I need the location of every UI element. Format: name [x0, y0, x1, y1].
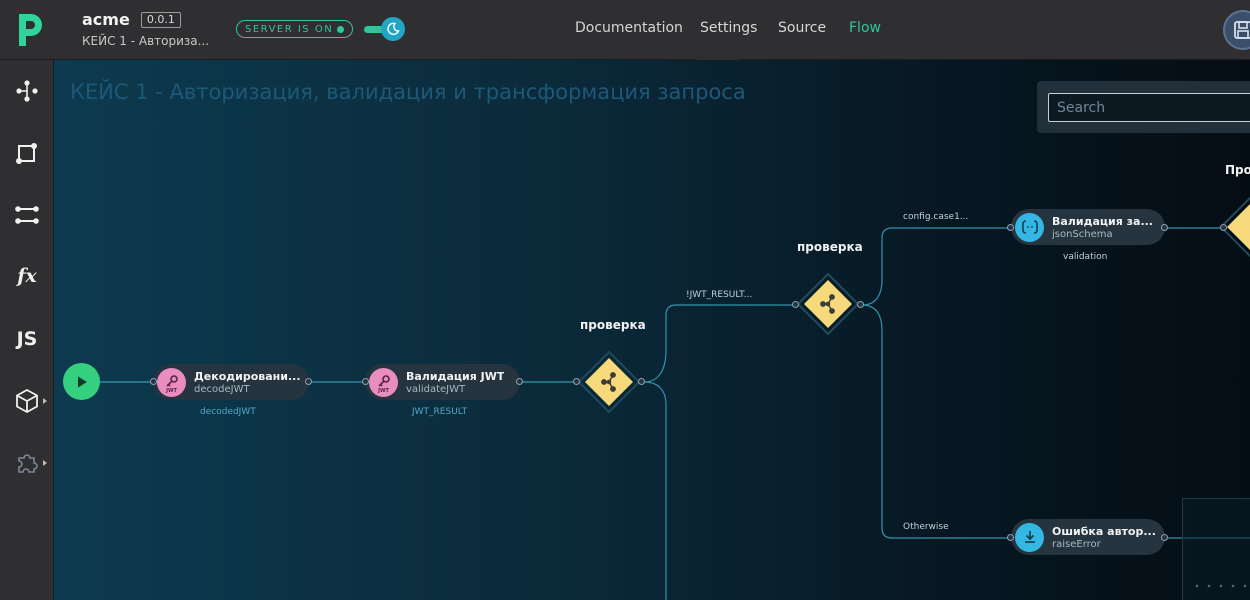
jwt-tag: JWT [378, 387, 389, 394]
minimap[interactable] [1182, 498, 1250, 600]
node-input-port[interactable] [150, 378, 157, 385]
app-logo[interactable] [0, 0, 54, 60]
node-subtitle: raiseError [1052, 538, 1101, 550]
edge-label-otherwise: Otherwise [903, 522, 949, 532]
node-subtitle: validateJWT [406, 383, 466, 395]
nav-settings[interactable]: Settings [700, 20, 757, 36]
puzzle-icon [18, 454, 38, 473]
toggle-knob [381, 17, 405, 41]
cube-icon [16, 388, 38, 414]
minimap-dots [1191, 581, 1250, 591]
flow-node-validate-jwt[interactable]: JWT Валидация JWT validateJWT [365, 364, 520, 400]
sidebar-item-functions[interactable]: fx [0, 256, 54, 296]
node-text: Валидация JWT validateJWT [406, 370, 504, 395]
switch-input-port[interactable] [573, 378, 580, 385]
switch-output-port[interactable] [857, 301, 864, 308]
node-text: Валидация за... jsonSchema [1052, 215, 1153, 240]
node-output-label: JWT_RESULT [412, 407, 468, 417]
switch-label: проверка [797, 240, 863, 254]
switch-output-port[interactable] [638, 378, 645, 385]
server-status-text: SERVER IS ON [245, 23, 334, 35]
start-button[interactable] [63, 363, 100, 400]
node-subtitle: jsonSchema [1052, 228, 1113, 240]
sidebar-item-nodes[interactable] [0, 133, 54, 173]
moon-icon [387, 22, 400, 35]
node-input-port[interactable] [1007, 224, 1014, 231]
json-braces-icon [1015, 212, 1044, 242]
edge-switch1-down [643, 381, 667, 600]
edge-switch2-validation [861, 227, 1009, 306]
edge-label-jwt-result: !JWT_RESULT... [686, 290, 753, 300]
version-badge: 0.0.1 [140, 11, 181, 28]
jwt-key-icon: JWT [369, 367, 398, 397]
switch-input-port[interactable] [1220, 224, 1227, 231]
cube-caret-icon [43, 398, 47, 404]
sidebar-item-plugins[interactable] [0, 443, 54, 483]
nav-documentation[interactable]: Documentation [575, 20, 683, 36]
node-title: Валидация JWT [406, 369, 505, 383]
switch-node[interactable] [577, 350, 641, 414]
node-text: Декодировани... decodeJWT [194, 370, 301, 395]
edge-label-config-case: config.case1... [903, 212, 969, 222]
sidebar: fx JS [0, 60, 54, 600]
sidebar-item-packages[interactable] [0, 381, 54, 421]
flow-icon [16, 80, 38, 102]
node-title: Ошибка автор... [1052, 524, 1156, 538]
switch-input-port[interactable] [792, 301, 799, 308]
connection-icon [15, 206, 39, 224]
sidebar-item-connections[interactable] [0, 195, 54, 235]
p-logo-icon [19, 14, 42, 46]
server-status-badge: SERVER IS ON [236, 20, 354, 38]
sidebar-js-label: JS [16, 328, 38, 350]
node-output-label: validation [1063, 252, 1108, 262]
jwt-key-icon: JWT [157, 367, 186, 397]
node-square-icon [16, 143, 37, 164]
server-status-dot [337, 25, 345, 33]
project-subtitle: КЕЙС 1 - Авториза... [82, 34, 210, 48]
switch-label: Про [1225, 163, 1250, 177]
flow-node-raise-error[interactable]: Ошибка автор... raiseError [1011, 519, 1165, 555]
project-name: acme [82, 10, 130, 29]
node-text: Ошибка автор... raiseError [1052, 525, 1156, 550]
node-output-label: decodedJWT [200, 407, 256, 417]
edge-switch2-error [861, 304, 1009, 539]
node-output-port[interactable] [1161, 224, 1168, 231]
node-subtitle: decodeJWT [194, 383, 250, 395]
play-icon [77, 376, 87, 387]
project-info: acme 0.0.1 КЕЙС 1 - Авториза... [82, 9, 209, 48]
save-icon [1234, 21, 1250, 39]
nav-source[interactable]: Source [778, 20, 826, 36]
sidebar-fx-label: fx [17, 265, 37, 287]
flow-node-json-schema[interactable]: Валидация за... jsonSchema [1011, 209, 1165, 245]
switch-node[interactable] [796, 272, 860, 336]
sidebar-item-flows[interactable] [0, 71, 54, 111]
flow-canvas[interactable]: КЕЙС 1 - Авторизация, валидация и трансф… [54, 60, 1250, 600]
nav-flow[interactable]: Flow [849, 20, 881, 36]
sidebar-item-js[interactable]: JS [0, 319, 54, 359]
theme-toggle[interactable] [364, 17, 405, 41]
flow-node-decode-jwt[interactable]: JWT Декодировани... decodeJWT [153, 364, 309, 400]
node-output-port[interactable] [305, 378, 312, 385]
user-avatar[interactable] [1223, 10, 1250, 50]
puzzle-caret-icon [43, 460, 47, 466]
switch-label: проверка [580, 318, 646, 332]
jwt-tag: JWT [166, 387, 177, 394]
node-title: Декодировани... [194, 369, 301, 383]
node-output-port[interactable] [1161, 534, 1168, 541]
node-input-port[interactable] [362, 378, 369, 385]
node-title: Валидация за... [1052, 214, 1153, 228]
node-output-port[interactable] [516, 378, 523, 385]
node-input-port[interactable] [1007, 534, 1014, 541]
error-download-icon [1015, 522, 1044, 552]
edge-switch1-switch2 [643, 304, 794, 383]
app-window: acme 0.0.1 КЕЙС 1 - Авториза... SERVER I… [0, 0, 1250, 600]
top-bar: acme 0.0.1 КЕЙС 1 - Авториза... SERVER I… [0, 0, 1250, 60]
